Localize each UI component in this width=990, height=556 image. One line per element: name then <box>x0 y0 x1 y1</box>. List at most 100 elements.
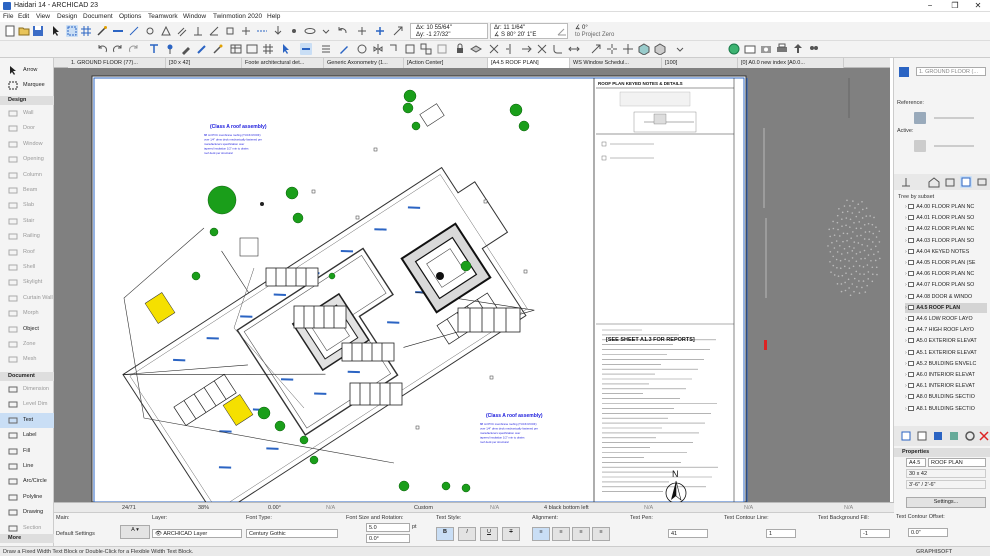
new-layout-icon[interactable] <box>900 430 912 442</box>
properties-header[interactable]: Properties <box>894 448 990 457</box>
quick-option-na-2[interactable]: N/A <box>490 505 499 511</box>
quick-option-na-1[interactable]: N/A <box>326 505 335 511</box>
snap-point-icon[interactable] <box>144 25 156 37</box>
underline-button[interactable]: U <box>480 527 498 541</box>
align-right-icon[interactable]: ≡ <box>572 527 590 541</box>
rotation-field[interactable]: 0.0° <box>366 534 410 543</box>
tab-generic-axonometry[interactable]: Generic Axonometry (1... <box>324 58 404 68</box>
navigate-arrow-icon[interactable] <box>392 25 404 37</box>
tool-door[interactable]: Door <box>0 121 54 136</box>
tool-curtain-wall[interactable]: Curtain Wall <box>0 291 54 306</box>
menu-document[interactable]: Document <box>83 13 113 20</box>
tool-beam[interactable]: Beam <box>0 183 54 198</box>
text-style-icon[interactable] <box>148 43 160 55</box>
grid-snap-icon[interactable] <box>80 25 92 37</box>
align-left-icon[interactable]: ≡ <box>532 527 550 541</box>
pencil-icon[interactable] <box>338 43 350 55</box>
pin-icon[interactable] <box>164 43 176 55</box>
tree-by-subset[interactable]: Tree by subset <box>898 194 934 200</box>
settings-icon[interactable] <box>964 430 976 442</box>
resize-icon[interactable] <box>590 43 602 55</box>
menu-edit[interactable]: Edit <box>18 13 29 20</box>
strikethrough-button[interactable]: T <box>502 527 520 541</box>
image-icon[interactable] <box>948 430 960 442</box>
bisector-icon[interactable] <box>208 25 220 37</box>
delete-icon[interactable] <box>978 430 990 442</box>
menu-twinmotion[interactable]: Twinmotion 2020 <box>213 13 262 20</box>
menu-view[interactable]: View <box>36 13 50 20</box>
zoom-level[interactable]: 38% <box>198 505 209 511</box>
offset-icon[interactable] <box>224 25 236 37</box>
font-selector[interactable]: Century Gothic <box>246 529 338 538</box>
menu-teamwork[interactable]: Teamwork <box>148 13 178 20</box>
tool-skylight[interactable]: Skylight <box>0 275 54 290</box>
offset-field[interactable]: 0.0" <box>908 528 948 537</box>
syringe-icon[interactable] <box>196 43 208 55</box>
tool-dimension[interactable]: Dimension <box>0 382 54 397</box>
tree-item[interactable]: › A6.0 INTERIOR ELEVAT <box>905 370 987 380</box>
tree-item[interactable]: › A5.1 EXTERIOR ELEVAT <box>905 348 987 358</box>
layout-canvas[interactable]: (Class A roof assembly) (Class A roof as… <box>54 68 890 518</box>
property-id[interactable]: A4.5 <box>906 458 926 467</box>
guide-line-icon[interactable] <box>128 25 140 37</box>
print-icon[interactable] <box>776 43 788 55</box>
tree-item[interactable]: › A8.0 BUILDING SECTIO <box>905 392 987 402</box>
magic-icon[interactable] <box>212 43 224 55</box>
special-snap-icon[interactable] <box>240 25 252 37</box>
tree-item[interactable]: › A4.03 FLOOR PLAN SO <box>905 236 987 246</box>
arrow-tool-icon[interactable] <box>280 43 292 55</box>
quick-option-na-3[interactable]: N/A <box>644 505 653 511</box>
tool-slab[interactable]: Slab <box>0 198 54 213</box>
tree-item[interactable]: › A4.6 LOW ROOF LAYO <box>905 314 987 324</box>
tool-opening[interactable]: Opening <box>0 152 54 167</box>
group-icon[interactable] <box>420 43 432 55</box>
cursor-snap-icon[interactable] <box>288 25 300 37</box>
parallel-icon[interactable] <box>176 25 188 37</box>
tree-item[interactable]: › A5.0 EXTERIOR ELEVAT <box>905 336 987 346</box>
tree-item[interactable]: › A4.07 FLOOR PLAN SO <box>905 280 987 290</box>
globe-icon[interactable] <box>728 43 740 55</box>
tool-drawing[interactable]: Drawing <box>0 505 54 520</box>
tree-item[interactable]: › A4.7 HIGH ROOF LAYO <box>905 325 987 335</box>
magic-wand-icon[interactable] <box>96 25 108 37</box>
ungroup-icon[interactable] <box>436 43 448 55</box>
perpendicular-icon[interactable] <box>192 25 204 37</box>
settings-button[interactable]: Settings... <box>906 497 986 508</box>
tool-zone[interactable]: Zone <box>0 337 54 352</box>
active-icon[interactable] <box>914 140 926 152</box>
tool-arc-circle[interactable]: Arc/Circle <box>0 474 54 489</box>
drag-icon[interactable] <box>622 43 634 55</box>
tab-new-index[interactable]: [0] A0.0 new index [A0.0... <box>738 58 844 68</box>
tree-item[interactable]: › A8.1 BUILDING SECTIO <box>905 404 987 414</box>
property-size[interactable]: 30 x 42 <box>906 469 986 478</box>
3d-view-icon[interactable] <box>638 43 650 56</box>
tab-window-schedule[interactable]: WS Window Schedul... <box>570 58 662 68</box>
tree-item[interactable]: › A4.5 ROOF PLAN <box>905 302 987 313</box>
distribute-icon[interactable] <box>320 43 332 55</box>
plus-icon[interactable] <box>356 25 368 37</box>
menu-design[interactable]: Design <box>57 13 77 20</box>
align-icon[interactable] <box>300 43 312 55</box>
new-master-icon[interactable] <box>932 430 944 442</box>
gravity-icon[interactable] <box>272 25 284 37</box>
layer-selector[interactable]: 👁 ARCHICAD Layer <box>152 529 242 538</box>
reference-icon[interactable] <box>914 112 926 124</box>
tree-item[interactable]: › A4.08 DOOR & WINDO <box>905 292 987 302</box>
publish-icon[interactable] <box>792 43 804 55</box>
tree-item[interactable]: › A4.01 FLOOR PLAN SO <box>905 213 987 223</box>
layout-book-icon[interactable] <box>960 176 972 188</box>
open-icon[interactable] <box>18 25 30 37</box>
tab-100[interactable]: [100] <box>662 58 738 68</box>
tree-item[interactable]: › A4.05 FLOOR PLAN (SE <box>905 258 987 268</box>
trim-icon[interactable] <box>488 43 500 55</box>
tool-column[interactable]: Column <box>0 168 54 183</box>
tool-marquee[interactable]: Marquee <box>0 78 54 93</box>
navigator-icon[interactable] <box>898 66 910 78</box>
mirror-icon[interactable] <box>372 43 384 55</box>
quick-option-na-4[interactable]: N/A <box>744 505 753 511</box>
tool-roof[interactable]: Roof <box>0 245 54 260</box>
split-icon[interactable] <box>504 43 516 55</box>
tab-foote[interactable]: Foote architectural det... <box>242 58 324 68</box>
text-tool-icon[interactable]: A ▾ <box>120 525 150 539</box>
tool-arrow[interactable]: Arrow <box>0 63 54 78</box>
